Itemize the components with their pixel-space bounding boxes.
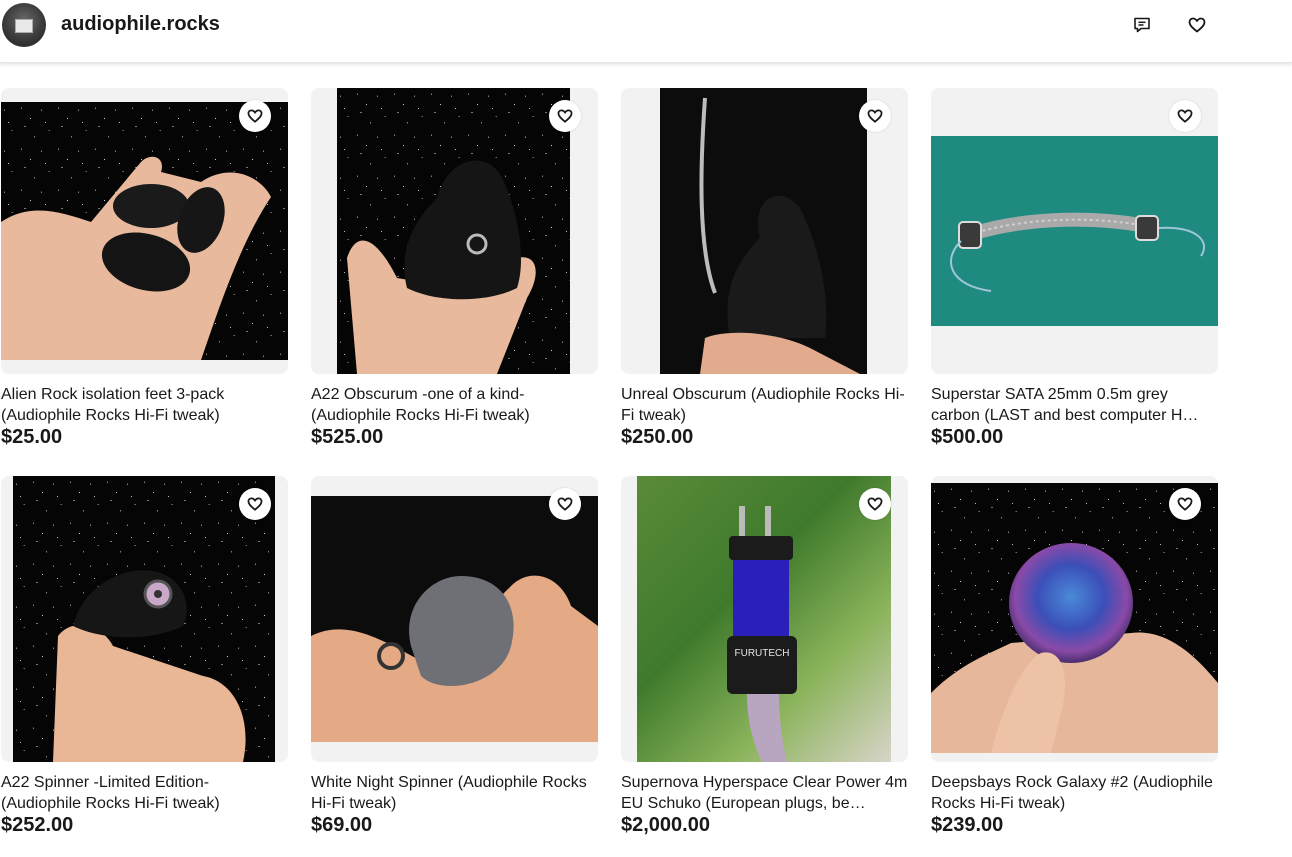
- add-to-watchlist-heart-icon[interactable]: [1169, 100, 1201, 132]
- listing-title[interactable]: Unreal Obscurum (Audiophile Rocks Hi-Fi …: [621, 385, 908, 426]
- listing-title[interactable]: Superstar SATA 25mm 0.5m grey carbon (LA…: [931, 385, 1218, 426]
- listing-image[interactable]: [311, 476, 598, 762]
- listing-price: $69.00: [311, 814, 373, 836]
- listing-image[interactable]: FURUTECH: [621, 476, 908, 762]
- listing-image[interactable]: [311, 88, 598, 374]
- listing-title[interactable]: Supernova Hyperspace Clear Power 4m EU S…: [621, 773, 908, 814]
- add-to-watchlist-heart-icon[interactable]: [239, 488, 271, 520]
- listing-title[interactable]: A22 Spinner -Limited Edition- (Audiophil…: [1, 773, 288, 814]
- listing-price: $525.00: [311, 426, 384, 448]
- listing-image[interactable]: [1, 88, 288, 374]
- cable-photo: [931, 136, 1218, 326]
- rock-photo: [311, 496, 598, 742]
- add-to-watchlist-heart-icon[interactable]: [549, 100, 581, 132]
- listing-title[interactable]: Alien Rock isolation feet 3-pack (Audiop…: [1, 385, 288, 426]
- add-to-watchlist-heart-icon[interactable]: [859, 488, 891, 520]
- rock-photo: [931, 483, 1218, 753]
- store-name[interactable]: audiophile.rocks: [61, 13, 220, 36]
- add-to-watchlist-heart-icon[interactable]: [1169, 488, 1201, 520]
- listing-price: $2,000.00: [621, 814, 710, 836]
- plug-brand-text: FURUTECH: [735, 648, 790, 659]
- listing-image[interactable]: [931, 476, 1218, 762]
- listing-price: $239.00: [931, 814, 1004, 836]
- listing-image[interactable]: [1, 476, 288, 762]
- store-header: audiophile.rocks: [0, 0, 1292, 63]
- listing-title[interactable]: A22 Obscurum -one of a kind- (Audiophile…: [311, 385, 598, 426]
- listing-image[interactable]: [931, 88, 1218, 374]
- listing-price: $25.00: [1, 426, 63, 448]
- rock-photo: [660, 88, 867, 374]
- rock-photo: [1, 102, 288, 360]
- message-icon[interactable]: [1131, 14, 1153, 36]
- rock-photo: [337, 88, 570, 374]
- listing-title[interactable]: Deepsbays Rock Galaxy #2 (Audiophile Roc…: [931, 773, 1218, 814]
- add-to-watchlist-heart-icon[interactable]: [859, 100, 891, 132]
- add-to-watchlist-heart-icon[interactable]: [239, 100, 271, 132]
- listing-price: $500.00: [931, 426, 1004, 448]
- power-plug-photo: FURUTECH: [637, 476, 891, 762]
- add-to-watchlist-heart-icon[interactable]: [549, 488, 581, 520]
- listing-price: $250.00: [621, 426, 694, 448]
- save-seller-heart-icon[interactable]: [1186, 14, 1208, 36]
- listing-title[interactable]: White Night Spinner (Audiophile Rocks Hi…: [311, 773, 598, 814]
- store-avatar[interactable]: [2, 3, 46, 47]
- listing-image[interactable]: [621, 88, 908, 374]
- listing-price: $252.00: [1, 814, 74, 836]
- rock-photo: [13, 476, 275, 762]
